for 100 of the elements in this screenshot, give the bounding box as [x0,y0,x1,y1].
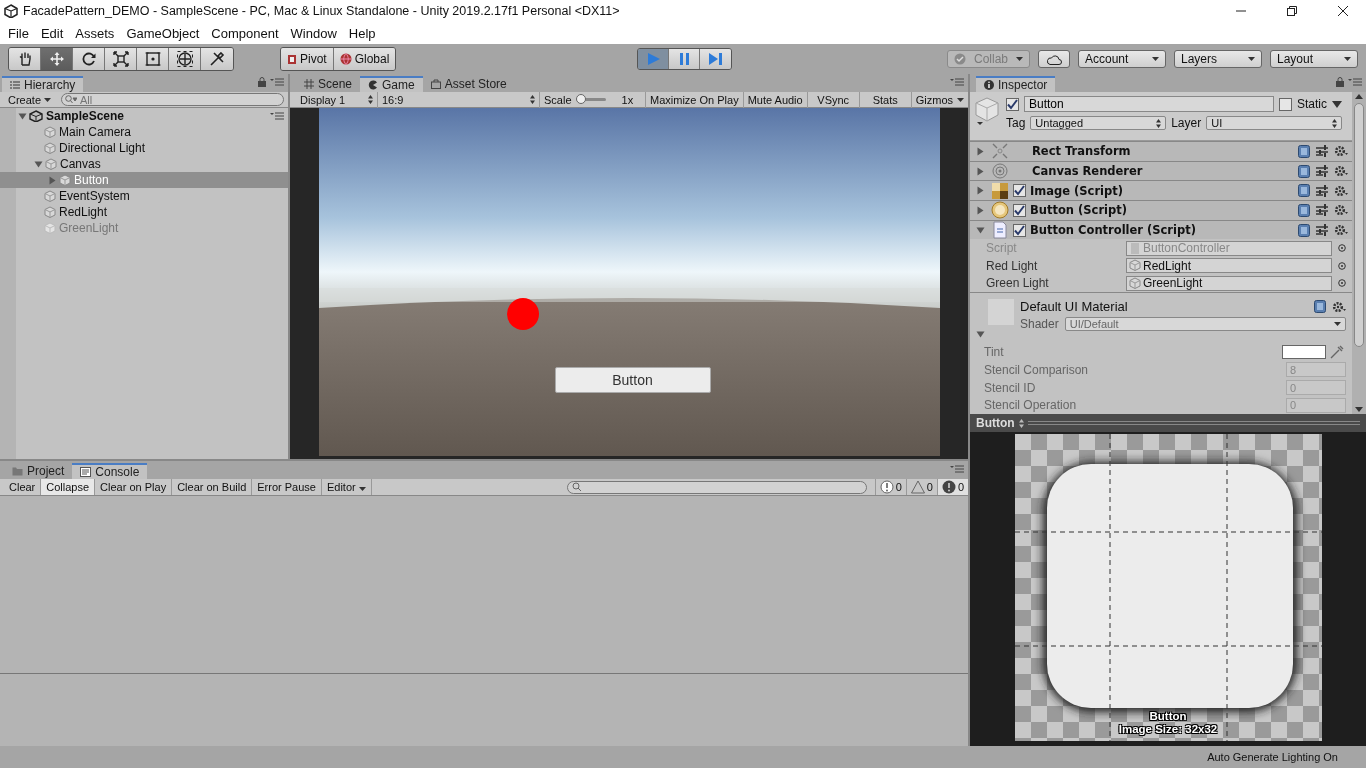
pivot-button[interactable]: Pivot [281,48,334,70]
tool-button[interactable] [201,48,233,70]
panel-tab[interactable]: Project [4,463,73,479]
step-button[interactable] [700,49,732,69]
check-icon [1007,98,1018,110]
account-dropdown[interactable]: Account [1078,50,1166,68]
expand-arrow[interactable] [976,330,985,340]
component-header[interactable]: Image (Script) [970,180,1352,201]
count-toggle[interactable]: 0 [936,479,968,495]
object-field[interactable]: RedLight [1126,258,1332,274]
help-icon [1298,203,1310,217]
hierarchy-item[interactable]: Main Camera [0,124,288,140]
layers-dropdown[interactable]: Layers [1174,50,1262,68]
tool-button[interactable] [105,48,137,70]
console-search-field[interactable] [566,480,867,494]
count-toggle[interactable]: 0 [905,479,937,495]
menu-item[interactable]: Window [284,25,343,41]
console-button[interactable]: Error Pause [252,479,322,495]
name-field[interactable]: Button [1024,96,1274,112]
target-icon [991,162,1009,181]
shader-dropdown[interactable]: UI/Default [1064,317,1346,332]
tool-button[interactable] [169,48,201,70]
menu-item[interactable]: File [2,25,35,41]
expand-arrow[interactable] [976,205,985,215]
list-icon [10,81,20,89]
expand-arrow[interactable] [976,225,985,235]
rect-transform-icon [991,142,1009,161]
preview-dropdown[interactable]: Button [976,416,1024,430]
expand-arrow[interactable] [18,111,27,121]
scrollbar-thumb[interactable] [1354,103,1364,347]
spinner-icon [530,95,535,104]
help-icon [1298,144,1310,158]
tool-button[interactable] [41,48,73,70]
playback-controls[interactable] [637,48,733,70]
active-checkbox[interactable] [1006,97,1019,111]
expand-arrow[interactable] [976,146,985,156]
enabled-checkbox[interactable] [1013,184,1026,198]
toggle-button[interactable]: Mute Audio [743,91,808,108]
menu-item[interactable]: GameObject [120,25,206,41]
lock-icon [1336,77,1344,87]
enabled-checkbox[interactable] [1013,223,1026,237]
count-toggle[interactable]: 0 [874,479,906,495]
grid-icon [304,79,314,89]
console-button[interactable]: Clear on Play [95,479,173,495]
display-dropdown[interactable]: Display 1 [296,91,378,108]
view-tab[interactable]: Scene [296,76,361,92]
toggle-button[interactable]: VSync [807,91,860,108]
tool-button[interactable] [9,48,41,70]
hierarchy-tab[interactable]: Hierarchy [2,76,84,92]
object-field[interactable]: GreenLight [1126,275,1332,291]
toggle-button[interactable]: Gizmos [911,91,968,108]
hierarchy-item[interactable]: RedLight [0,204,288,220]
component-header[interactable]: Canvas Renderer [970,160,1352,181]
panel-tab[interactable]: Console [72,463,148,479]
play-button[interactable] [638,49,670,69]
panel-menu-icon [950,77,964,87]
layout-dropdown[interactable]: Layout [1270,50,1358,68]
global-button[interactable]: Global [333,48,396,70]
transform-icon [176,51,193,67]
editor-dropdown[interactable]: Editor [321,479,372,495]
view-tab[interactable]: Asset Store [422,76,515,92]
layer-dropdown[interactable]: UI [1206,116,1342,130]
menu-item[interactable]: Edit [34,25,70,41]
hierarchy-item[interactable]: Directional Light [0,140,288,156]
color-swatch[interactable] [1282,345,1326,360]
scene-name[interactable]: SampleScene [46,109,270,123]
expand-arrow[interactable] [34,159,43,169]
toggle-button[interactable]: Maximize On Play [646,91,744,108]
static-checkbox[interactable] [1279,97,1292,111]
cloud-button[interactable] [1038,50,1070,68]
enabled-checkbox[interactable] [1013,203,1026,217]
create-dropdown[interactable]: Create [4,93,56,106]
component-header[interactable]: Button (Script) [970,200,1352,220]
aspect-dropdown[interactable]: 16:9 [378,91,540,108]
tag-dropdown[interactable]: Untagged [1030,116,1167,130]
view-tab[interactable]: Game [360,76,423,92]
hierarchy-item[interactable]: EventSystem [0,188,288,204]
game-button[interactable]: Button [554,367,711,393]
tool-button[interactable] [73,48,105,70]
console-button[interactable]: Collapse [41,479,96,495]
property-label: Stencil Comparison [984,362,1090,377]
expand-arrow[interactable] [976,186,985,196]
component-header[interactable]: Button Controller (Script) [970,219,1352,240]
inspector-tab[interactable]: Inspector [976,76,1056,92]
toggle-button[interactable]: Stats [859,91,912,108]
play-icon [645,52,661,66]
search-field[interactable]: All [61,93,284,106]
component-header[interactable]: Rect Transform [970,141,1352,161]
cube-icon [974,96,1000,126]
cube-icon [45,157,57,171]
menu-item[interactable]: Help [342,25,382,41]
tools-toolbar[interactable] [8,47,234,71]
expand-arrow[interactable] [976,166,985,176]
menu-item[interactable]: Component [205,25,285,41]
console-button[interactable]: Clear on Build [172,479,253,495]
hierarchy-item[interactable]: Canvas [0,156,288,172]
step-icon [708,52,724,66]
tool-button[interactable] [137,48,169,70]
menu-item[interactable]: Assets [69,25,121,41]
pause-button[interactable] [669,49,701,69]
